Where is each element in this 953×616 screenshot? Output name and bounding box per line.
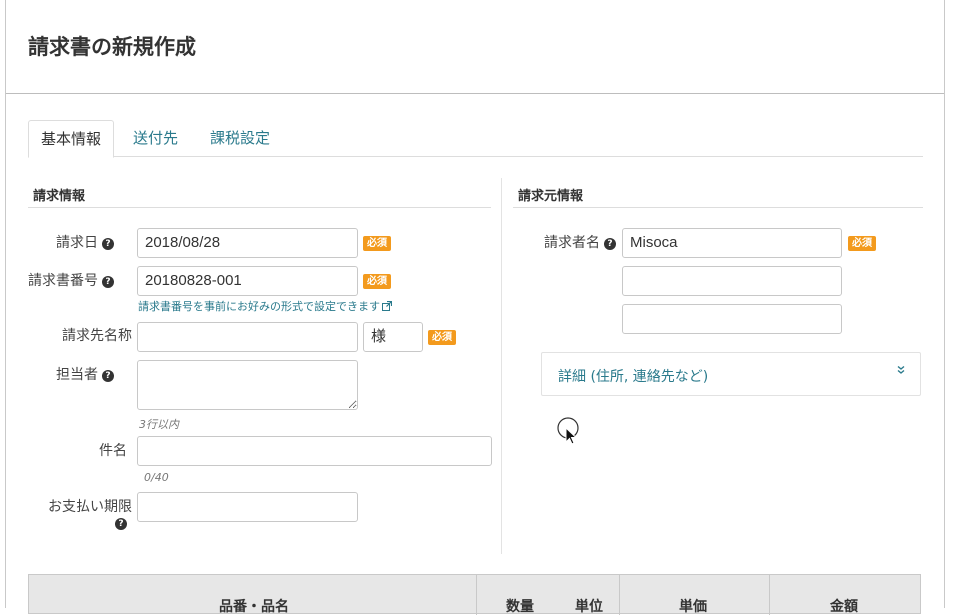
external-link-icon	[382, 301, 392, 311]
tab-basic-info[interactable]: 基本情報	[28, 120, 115, 158]
tab-tax-settings[interactable]: 課税設定	[198, 120, 282, 157]
honorific-input[interactable]: 様	[363, 322, 423, 352]
required-badge: 必須	[848, 236, 876, 251]
header-unit-price: 単価	[679, 599, 707, 615]
contact-hint: 3行以内	[139, 418, 179, 431]
number-format-link[interactable]: 請求書番号を事前にお好みの形式で設定できます	[138, 298, 392, 314]
number-label: 請求書番号	[28, 273, 98, 289]
header-unit: 単位	[575, 599, 603, 615]
number-label-group: 請求書番号?	[28, 270, 114, 290]
issuer-name-label: 請求者名	[544, 235, 600, 251]
issuer-info-rule	[513, 207, 923, 208]
subject-label: 件名	[99, 443, 127, 459]
tab-destination[interactable]: 送付先	[121, 120, 190, 157]
issuer-name-input[interactable]: Misoca	[622, 228, 842, 258]
invoice-number-input[interactable]: 20180828-001	[137, 266, 358, 296]
header-amount: 金額	[830, 599, 858, 615]
contact-label-group: 担当者?	[56, 364, 114, 384]
page-title: 請求書の新規作成	[28, 35, 196, 59]
required-badge: 必須	[363, 236, 391, 251]
items-table-header: 品番・品名 数量 単位 単価 金額	[28, 574, 921, 615]
due-date-input[interactable]	[137, 492, 358, 522]
help-icon[interactable]: ?	[604, 238, 616, 250]
contact-label: 担当者	[56, 367, 98, 383]
help-icon[interactable]: ?	[115, 518, 127, 530]
due-label: お支払い期限	[48, 499, 132, 515]
header-quantity: 数量	[506, 599, 534, 615]
issuer-info-title: 請求元情報	[518, 189, 584, 204]
subject-input[interactable]	[137, 436, 492, 466]
invoice-info-title: 請求情報	[33, 189, 86, 204]
date-label: 請求日	[56, 235, 98, 251]
invoice-info-rule	[28, 207, 491, 208]
issuer-details-toggle[interactable]: 詳細 (住所, 連絡先など)	[541, 352, 921, 396]
header-divider	[769, 575, 770, 615]
issuer-extra-input-2[interactable]	[622, 304, 842, 334]
page-header: 請求書の新規作成	[6, 0, 944, 94]
help-icon[interactable]: ?	[102, 276, 114, 288]
issuer-name-label-group: 請求者名?	[544, 232, 616, 252]
issuer-details-label: 詳細 (住所, 連絡先など)	[558, 369, 709, 385]
required-badge: 必須	[363, 274, 391, 289]
chevron-double-down-icon	[896, 365, 906, 376]
invoice-date-input[interactable]: 2018/08/28	[137, 228, 358, 258]
header-item-name: 品番・品名	[219, 599, 289, 615]
recipient-name-input[interactable]	[137, 322, 358, 352]
app-frame: 請求書の新規作成 基本情報 送付先 課税設定 請求情報 請求日? 2018/08…	[5, 0, 945, 615]
column-divider	[501, 178, 502, 554]
header-divider	[619, 575, 620, 615]
required-badge: 必須	[428, 330, 456, 345]
recipient-label: 請求先名称	[62, 328, 132, 344]
header-divider	[476, 575, 477, 615]
tab-bar: 基本情報 送付先 課税設定	[28, 120, 923, 158]
help-icon[interactable]: ?	[102, 370, 114, 382]
issuer-extra-input-1[interactable]	[622, 266, 842, 296]
date-label-group: 請求日?	[56, 232, 114, 252]
mouse-cursor-icon	[557, 417, 579, 445]
number-format-link-text: 請求書番号を事前にお好みの形式で設定できます	[138, 300, 380, 313]
help-icon[interactable]: ?	[102, 238, 114, 250]
subject-counter: 0/40	[144, 471, 169, 484]
contact-textarea[interactable]	[137, 360, 358, 410]
